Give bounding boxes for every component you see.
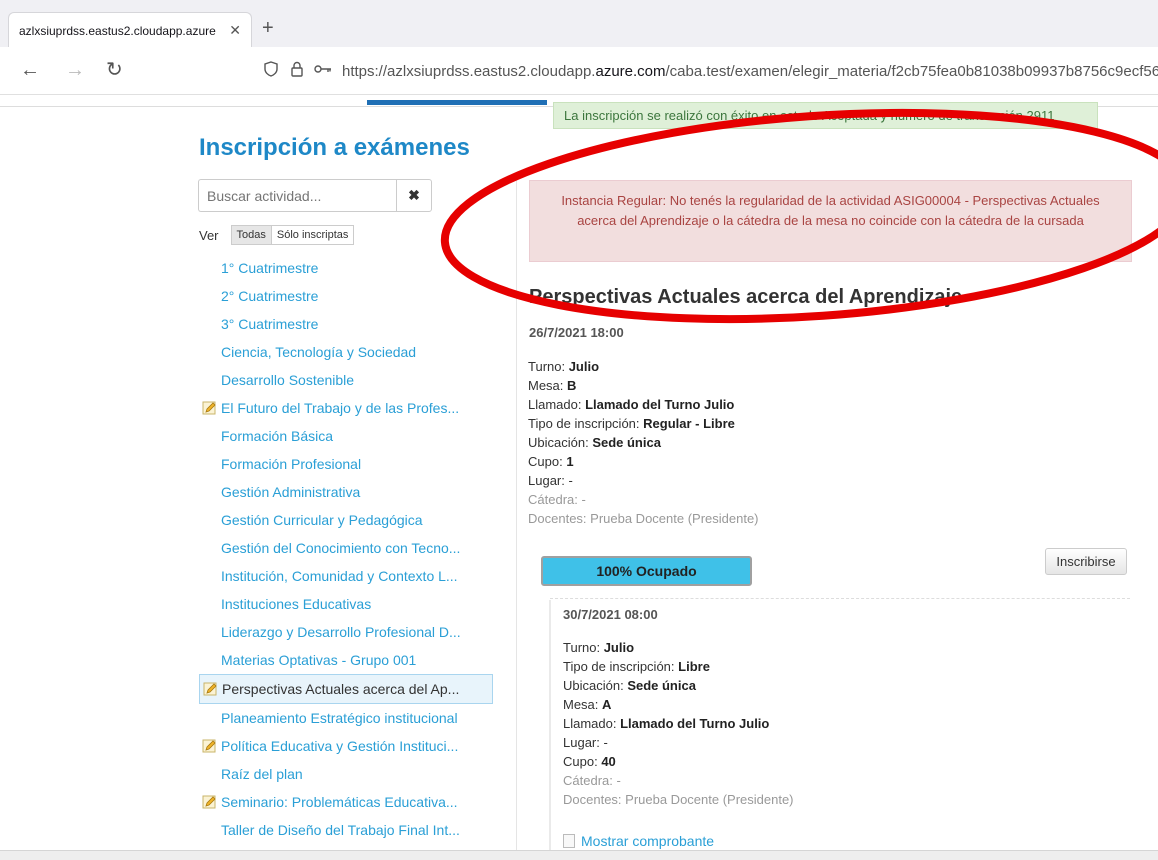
activity-item[interactable]: Gestión del Conocimiento con Tecno...	[199, 534, 493, 562]
close-icon: ✖	[408, 187, 420, 203]
detail-row: Lugar: -	[563, 735, 608, 750]
detail-row: Ubicación: Sede única	[563, 678, 696, 693]
pencil-icon	[202, 795, 216, 809]
detail-docentes: Docentes: Prueba Docente (Presidente)	[528, 511, 759, 526]
detail-row: Turno: Julio	[563, 640, 635, 655]
reload-icon[interactable]: ↻	[106, 58, 123, 82]
activity-label: El Futuro del Trabajo y de las Profes...	[221, 400, 460, 416]
detail-row: Tipo de inscripción: Libre	[563, 659, 710, 674]
pencil-icon	[202, 401, 216, 415]
activity-item[interactable]: Liderazgo y Desarrollo Profesional D...	[199, 618, 493, 646]
browser-tab[interactable]: azlxsiuprdss.eastus2.cloudapp.azure ✕	[8, 12, 252, 48]
active-nav-indicator	[367, 100, 547, 105]
activity-item[interactable]: Política Educativa y Gestión Instituci..…	[199, 732, 493, 760]
back-icon[interactable]: ←	[20, 58, 40, 82]
activity-item[interactable]: Planeamiento Estratégico institucional	[199, 704, 493, 732]
view-filter-label: Ver	[199, 227, 219, 243]
exam-date: 26/7/2021 18:00	[529, 325, 624, 340]
document-icon	[563, 834, 575, 848]
activity-label: Perspectivas Actuales acerca del Ap...	[222, 681, 460, 697]
pencil-icon	[203, 682, 217, 696]
subject-title: Perspectivas Actuales acerca del Aprendi…	[529, 286, 963, 308]
activity-item[interactable]: 3° Cuatrimestre	[199, 310, 493, 338]
activity-search: ✖	[198, 179, 432, 212]
detail-row: Cupo: 1	[528, 454, 574, 469]
activity-item[interactable]: Seminario: Problemáticas Educativa...	[199, 788, 493, 816]
activity-item[interactable]: Instituciones Educativas	[199, 590, 493, 618]
mesa-divider	[550, 598, 1130, 599]
occupancy-progress-bar: 100% Ocupado	[541, 556, 752, 586]
new-tab-icon[interactable]: +	[262, 18, 274, 38]
activity-item[interactable]: 2° Cuatrimestre	[199, 282, 493, 310]
detail-catedra: Cátedra: -	[563, 773, 621, 788]
tab-title: azlxsiuprdss.eastus2.cloudapp.azure	[19, 23, 216, 38]
browser-tabstrip: azlxsiuprdss.eastus2.cloudapp.azure ✕ +	[0, 0, 1158, 48]
detail-docentes: Docentes: Prueba Docente (Presidente)	[563, 792, 794, 807]
forward-icon[interactable]: →	[65, 58, 85, 82]
activity-item[interactable]: Ciencia, Tecnología y Sociedad	[199, 338, 493, 366]
search-input[interactable]	[198, 179, 396, 212]
activity-item[interactable]: 1° Cuatrimestre	[199, 254, 493, 282]
column-divider	[516, 178, 517, 860]
success-alert: La inscripción se realizó con éxito en e…	[553, 102, 1098, 129]
key-icon[interactable]	[310, 62, 336, 80]
browser-toolbar: ← → ↻ https://azlxsiuprdss.eastus2.cloud…	[0, 47, 1158, 95]
url-bar[interactable]: https://azlxsiuprdss.eastus2.cloudapp.az…	[258, 53, 1158, 89]
show-receipt-link[interactable]: Mostrar comprobante	[563, 833, 714, 849]
activity-label: Seminario: Problemáticas Educativa...	[221, 794, 458, 810]
detail-catedra: Cátedra: -	[528, 492, 586, 507]
filter-all-button[interactable]: Todas	[230, 225, 272, 245]
activity-item[interactable]: Gestión Administrativa	[199, 478, 493, 506]
detail-row: Lugar: -	[528, 473, 573, 488]
horizontal-scrollbar[interactable]	[0, 850, 1158, 860]
activity-item-selected[interactable]: Perspectivas Actuales acerca del Ap...	[199, 674, 493, 704]
detail-row: Mesa: A	[563, 697, 612, 712]
pencil-icon	[202, 739, 216, 753]
clear-search-button[interactable]: ✖	[396, 179, 432, 212]
activity-label: Política Educativa y Gestión Instituci..…	[221, 738, 459, 754]
exam-details: Turno: Julio Mesa: B Llamado: Llamado de…	[528, 357, 759, 528]
activity-item[interactable]: Materias Optativas - Grupo 001	[199, 646, 493, 674]
detail-row: Llamado: Llamado del Turno Julio	[528, 397, 735, 412]
activity-item[interactable]: El Futuro del Trabajo y de las Profes...	[199, 394, 493, 422]
detail-row: Tipo de inscripción: Regular - Libre	[528, 416, 735, 431]
detail-row: Turno: Julio	[528, 359, 600, 374]
url-text: https://azlxsiuprdss.eastus2.cloudapp.az…	[342, 62, 1158, 80]
inscribirse-button[interactable]: Inscribirse	[1045, 548, 1127, 575]
activity-list: 1° Cuatrimestre 2° Cuatrimestre 3° Cuatr…	[199, 254, 493, 844]
error-alert: Instancia Regular: No tenés la regularid…	[529, 180, 1132, 262]
show-receipt-label: Mostrar comprobante	[581, 833, 715, 849]
activity-item[interactable]: Formación Profesional	[199, 450, 493, 478]
mesa-indent-line	[549, 600, 551, 860]
activity-item[interactable]: Formación Básica	[199, 422, 493, 450]
filter-enrolled-button[interactable]: Sólo inscriptas	[271, 225, 355, 245]
activity-item[interactable]: Desarrollo Sostenible	[199, 366, 493, 394]
exam-date: 30/7/2021 08:00	[563, 607, 658, 622]
exam-details: Turno: Julio Tipo de inscripción: Libre …	[563, 638, 794, 809]
activity-item[interactable]: Raíz del plan	[199, 760, 493, 788]
lock-icon[interactable]	[284, 61, 310, 82]
detail-row: Cupo: 40	[563, 754, 616, 769]
detail-row: Ubicación: Sede única	[528, 435, 661, 450]
shield-icon[interactable]	[258, 60, 284, 82]
activity-item[interactable]: Gestión Curricular y Pedagógica	[199, 506, 493, 534]
page-title: Inscripción a exámenes	[199, 134, 470, 161]
close-icon[interactable]: ✕	[229, 22, 241, 39]
view-filter: Ver Todas Sólo inscriptas	[199, 225, 355, 245]
detail-row: Llamado: Llamado del Turno Julio	[563, 716, 770, 731]
detail-row: Mesa: B	[528, 378, 577, 393]
activity-item[interactable]: Institución, Comunidad y Contexto L...	[199, 562, 493, 590]
activity-item[interactable]: Taller de Diseño del Trabajo Final Int..…	[199, 816, 493, 844]
